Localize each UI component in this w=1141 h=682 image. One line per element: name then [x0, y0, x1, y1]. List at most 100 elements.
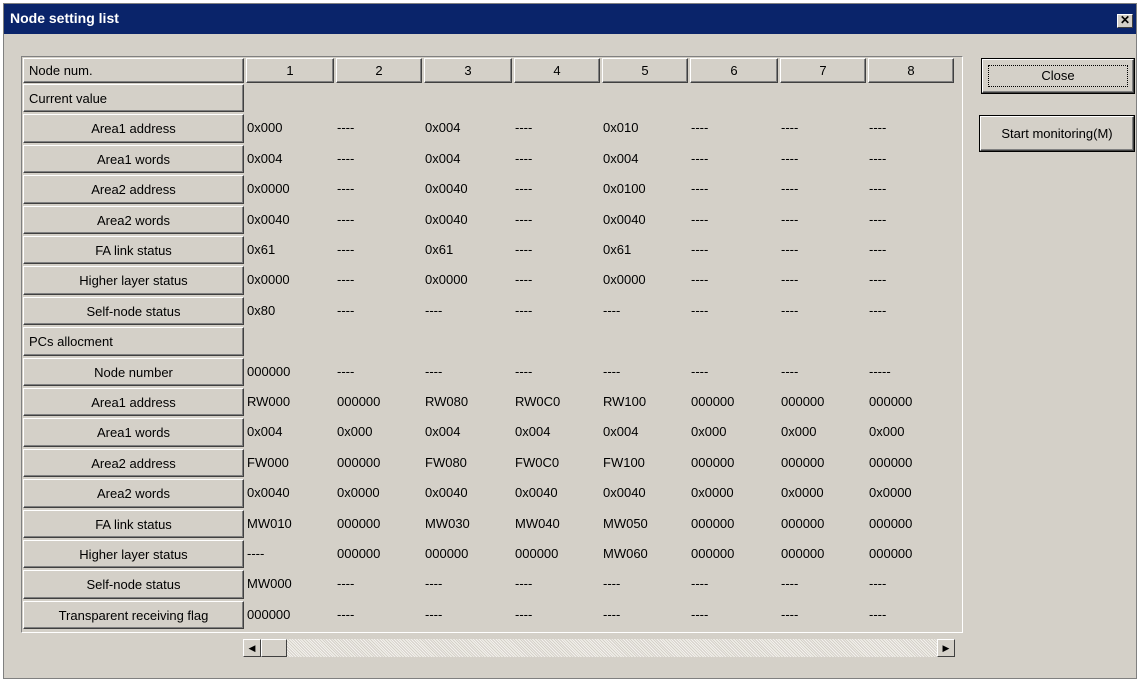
table-cell: 0x004 [247, 424, 283, 440]
table-cell: ---- [691, 181, 709, 197]
row-header[interactable]: Area2 words [23, 479, 244, 508]
focus-rect [988, 65, 1128, 87]
table-cell: ---- [603, 606, 621, 622]
row-header[interactable]: Transparent receiving flag [23, 600, 244, 630]
table-cell: ---- [515, 150, 533, 166]
table-cell: MW000 [247, 576, 292, 592]
row-header[interactable]: Area1 address [23, 388, 244, 417]
table-cell: ---- [781, 150, 799, 166]
table-cell: ---- [515, 606, 533, 622]
row-header[interactable]: Area1 address [23, 114, 244, 143]
table-cell: 0x61 [425, 242, 454, 257]
table-cell: 0x0000 [869, 485, 912, 501]
table-cell: 0x0000 [247, 181, 290, 197]
row-header[interactable]: FA link status [23, 236, 244, 265]
row-header[interactable]: Self-node status [23, 570, 244, 599]
table-cell: ---- [781, 302, 799, 318]
table-cell: 000000 [691, 515, 735, 531]
table-cell: 0x0000 [691, 485, 734, 501]
row-header[interactable]: Area2 address [23, 175, 244, 204]
table-cell: ---- [515, 363, 533, 379]
table-cell: 0x000 [337, 424, 373, 440]
column-header-node-4[interactable]: 4 [514, 58, 600, 83]
row-header[interactable]: Node number [23, 357, 244, 386]
table-cell: FW100 [603, 454, 645, 470]
table-cell: ---- [337, 272, 355, 288]
scroll-thumb[interactable] [261, 639, 287, 657]
start-monitoring-button[interactable]: Start monitoring(M) [979, 115, 1135, 152]
column-header-node-3[interactable]: 3 [424, 58, 512, 83]
table-cell: 0x004 [515, 424, 551, 440]
close-button[interactable]: Close [981, 58, 1135, 94]
scroll-right-arrow-icon[interactable]: ▶ [937, 639, 955, 657]
table-cell: 000000 [691, 394, 735, 409]
table-cell: ---- [337, 576, 355, 592]
column-header-node-2[interactable]: 2 [336, 58, 422, 83]
table-cell: ---- [337, 211, 355, 227]
table-cell: ---- [781, 181, 799, 197]
table-cell: ---- [515, 576, 533, 592]
table-cell: MW040 [515, 515, 560, 531]
column-header-node-8[interactable]: 8 [868, 58, 954, 83]
table-cell: ---- [425, 606, 443, 622]
row-header[interactable]: Area1 words [23, 418, 244, 447]
row-header[interactable]: Area2 address [23, 448, 244, 478]
table-cell: 0x004 [247, 150, 283, 166]
close-icon[interactable]: ✕ [1117, 14, 1133, 28]
table-cell: 0x0100 [603, 181, 646, 197]
row-header[interactable]: Area1 words [23, 144, 244, 174]
table-cell: RW0C0 [515, 394, 561, 409]
table-cell: FW080 [425, 454, 467, 470]
table-cell: 0x0000 [337, 485, 380, 501]
table-cell: ---- [869, 181, 887, 197]
table-cell: 000000 [781, 394, 825, 409]
table-cell: ----- [869, 363, 891, 379]
table-cell: ---- [869, 576, 887, 592]
row-header[interactable]: Self-node status [23, 296, 244, 326]
table-cell: 000000 [515, 546, 559, 561]
table-cell: ---- [691, 242, 709, 257]
table-cell: 0x0000 [247, 272, 290, 288]
table-cell: ---- [869, 302, 887, 318]
scroll-left-arrow-icon[interactable]: ◀ [243, 639, 261, 657]
table-cell: 0x0040 [603, 485, 646, 501]
table-cell: ---- [691, 606, 709, 622]
row-header[interactable]: Higher layer status [23, 540, 244, 569]
table-cell: ---- [337, 150, 355, 166]
section-header: PCs allocment [23, 327, 244, 356]
table-cell: ---- [869, 120, 887, 136]
table-cell: 0x0040 [425, 485, 468, 501]
table-cell: 000000 [337, 546, 381, 561]
table-cell: RW000 [247, 394, 291, 409]
table-cell: MW060 [603, 546, 648, 561]
column-header-node-1[interactable]: 1 [246, 58, 334, 83]
table-cell: MW010 [247, 515, 292, 531]
table-cell: ---- [869, 242, 887, 257]
table-cell: ---- [337, 302, 355, 318]
window-title: Node setting list [10, 10, 119, 26]
table-cell: 0x004 [603, 424, 639, 440]
table-cell: 0x0000 [603, 272, 646, 288]
horizontal-scrollbar[interactable]: ◀ ▶ [243, 639, 955, 657]
table-cell: 0x0040 [425, 211, 468, 227]
table-cell: 0x000 [781, 424, 817, 440]
table-cell: 0x004 [425, 120, 461, 136]
table-cell: 000000 [247, 363, 291, 379]
table-cell: 000000 [869, 546, 913, 561]
table-cell: ---- [337, 363, 355, 379]
table-cell: ---- [691, 272, 709, 288]
table-cell: 0x0040 [603, 211, 646, 227]
table-cell: ---- [781, 606, 799, 622]
table-cell: 0x0040 [515, 485, 558, 501]
row-header[interactable]: Area2 words [23, 205, 244, 234]
table-cell: ---- [515, 211, 533, 227]
table-cell: FW000 [247, 454, 289, 470]
row-header[interactable]: Higher layer status [23, 266, 244, 295]
table-cell: ---- [515, 272, 533, 288]
table-cell: ---- [781, 576, 799, 592]
row-header[interactable]: FA link status [23, 509, 244, 538]
column-header-node-5[interactable]: 5 [602, 58, 688, 83]
start-monitoring-label: Start monitoring(M) [1001, 126, 1113, 141]
column-header-node-7[interactable]: 7 [780, 58, 866, 83]
column-header-node-6[interactable]: 6 [690, 58, 778, 83]
